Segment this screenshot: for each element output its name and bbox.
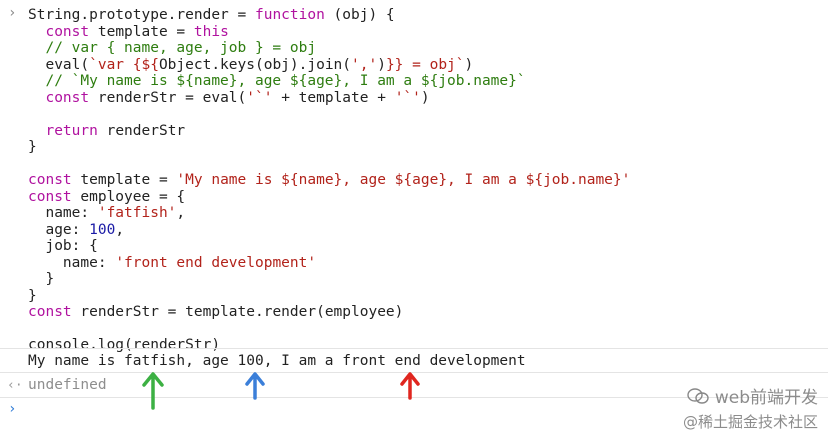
watermark-title: web前端开发 <box>714 388 818 408</box>
code-line: // var { name, age, job } = obj <box>28 40 630 57</box>
prompt-chevron-icon: › <box>8 5 17 21</box>
wechat-icon <box>687 387 709 404</box>
code-token: const <box>45 23 90 40</box>
code-line: const template = this <box>28 24 630 41</box>
code-token: renderStr = eval( <box>89 89 247 106</box>
watermark-subtitle: @稀土掘金技术社区 <box>682 413 818 431</box>
blue-arrow-icon <box>245 372 265 400</box>
code-token: job: { <box>28 238 98 254</box>
code-token: 'My name is ${name}, age ${age}, I am a … <box>176 172 631 188</box>
code-token: '`' <box>246 89 273 106</box>
code-token: name: <box>28 254 116 271</box>
code-token: } <box>28 287 37 304</box>
code-input-block[interactable]: String.prototype.render = function (obj)… <box>28 7 630 354</box>
red-arrow-icon <box>400 372 420 400</box>
input-prompt-icon[interactable]: › <box>8 401 16 417</box>
code-line: name: 'fatfish', <box>28 205 630 222</box>
code-token: template = <box>89 23 194 40</box>
code-token: template = <box>71 172 177 188</box>
code-line: console.log(renderStr) <box>28 337 630 354</box>
code-line: name: 'front end development' <box>28 255 630 272</box>
code-token: String.prototype.render = <box>28 7 255 23</box>
code-line: } <box>28 139 630 156</box>
code-token: `var {${ <box>89 56 159 73</box>
code-line: const renderStr = eval('`' + template + … <box>28 90 630 107</box>
code-token: renderStr <box>97 122 186 139</box>
code-token: const <box>28 188 72 205</box>
code-line: age: 100, <box>28 222 630 239</box>
code-token: const <box>28 304 72 320</box>
code-token: 'fatfish' <box>97 205 177 221</box>
code-token: + template + <box>272 89 395 106</box>
code-token: function <box>254 7 325 23</box>
code-token: this <box>193 23 229 40</box>
code-line: const employee = { <box>28 189 630 206</box>
code-token: const <box>45 89 90 106</box>
code-token: const <box>28 172 72 188</box>
devtools-console: › String.prototype.render = function (ob… <box>0 0 828 432</box>
code-line: } <box>28 288 630 305</box>
code-token: '`' <box>394 89 421 106</box>
watermark: web前端开发 @稀土掘金技术社区 <box>683 383 818 432</box>
code-line: return renderStr <box>28 123 630 140</box>
code-token: ) <box>377 56 386 73</box>
return-arrow-icon: ‹· <box>7 378 23 393</box>
code-line: // `My name is ${name}, age ${age}, I am… <box>28 73 630 90</box>
code-token: name: <box>28 205 98 221</box>
code-token: console.log(renderStr) <box>28 337 221 353</box>
code-token: 'front end development' <box>115 254 317 271</box>
code-token: (obj) { <box>324 7 395 23</box>
code-token: ) <box>464 56 474 73</box>
code-token: , <box>115 221 125 238</box>
code-token: employee = { <box>71 188 186 205</box>
code-token: eval( <box>28 56 90 73</box>
code-token: age: <box>28 221 90 238</box>
log-output: My name is fatfish, age 100, I am a fron… <box>28 353 526 369</box>
code-token: // var { name, age, job } = obj <box>28 40 317 56</box>
code-line: const template = 'My name is ${name}, ag… <box>28 172 630 189</box>
code-token: ',' <box>351 56 378 73</box>
code-token: Object.keys(obj).join( <box>158 56 352 73</box>
code-line: eval(`var {${Object.keys(obj).join(',')}… <box>28 57 630 74</box>
code-line: String.prototype.render = function (obj)… <box>28 7 630 24</box>
code-line: const renderStr = template.render(employ… <box>28 304 630 321</box>
code-token: renderStr = template.render(employee) <box>71 304 404 320</box>
code-token: } <box>28 271 55 287</box>
return-value: undefined <box>28 377 107 393</box>
code-token: ) <box>420 89 430 106</box>
code-line: } <box>28 271 630 288</box>
green-arrow-icon <box>142 372 164 410</box>
code-line: job: { <box>28 238 630 255</box>
code-token: return <box>45 122 98 139</box>
code-token: // `My name is ${name}, age ${age}, I am… <box>28 73 526 89</box>
output-divider <box>0 348 828 349</box>
code-token: }} = obj` <box>385 56 465 73</box>
code-token: } <box>28 139 37 155</box>
code-token: 100 <box>89 221 116 238</box>
code-token: , <box>176 205 186 221</box>
